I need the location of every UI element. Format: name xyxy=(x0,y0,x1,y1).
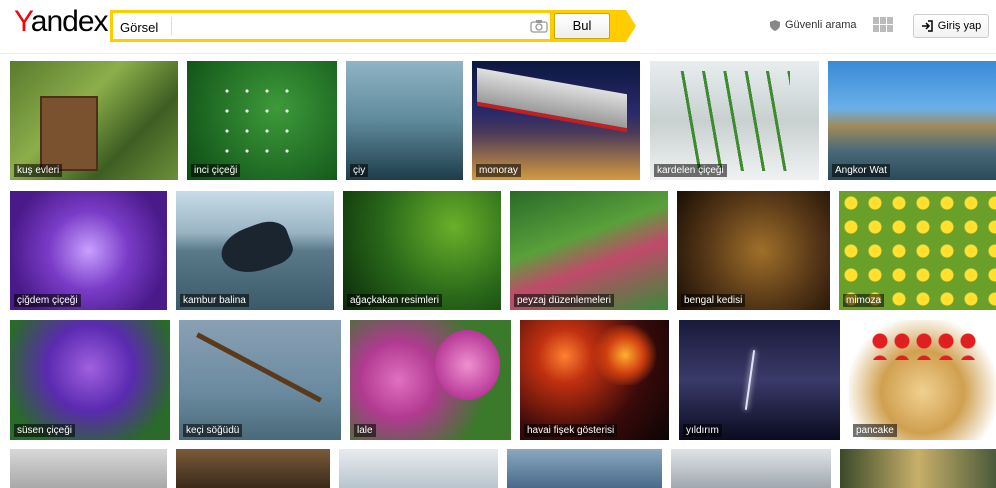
image-tile[interactable]: inci çiçeği xyxy=(187,61,337,180)
image-tile[interactable]: mimoza xyxy=(839,191,996,310)
whale-shape xyxy=(215,215,297,282)
image-caption: kardelen çiçeği xyxy=(654,164,727,177)
image-tile[interactable]: kuş evleri xyxy=(10,61,178,180)
tulip-shape xyxy=(435,330,500,400)
lightning-bolt xyxy=(744,350,756,410)
image-caption: inci çiçeği xyxy=(191,164,241,177)
birdhouse-shape xyxy=(40,96,98,171)
image-tile[interactable]: kardelen çiçeği xyxy=(650,61,819,180)
image-tile[interactable]: ağaçkakan resimleri xyxy=(343,191,501,310)
login-icon xyxy=(921,20,933,32)
image-tile[interactable] xyxy=(840,449,996,488)
flower-cluster xyxy=(217,81,297,161)
apps-grid-icon[interactable] xyxy=(873,17,895,33)
search-button-area: Bul xyxy=(550,10,626,42)
image-caption: Angkor Wat xyxy=(832,164,890,177)
search-button[interactable]: Bul xyxy=(554,13,610,39)
image-tile[interactable] xyxy=(176,449,330,488)
image-caption: peyzaj düzenlemeleri xyxy=(514,294,614,307)
image-caption: çiğdem çiçeği xyxy=(14,294,81,307)
image-caption: süsen çiçeği xyxy=(14,424,76,437)
image-caption: yıldırım xyxy=(683,424,722,437)
header-bar: Yandex Bul Güvenli arama Giriş yap xyxy=(0,0,996,54)
strawberry-cluster xyxy=(869,330,979,360)
image-caption: ağaçkakan resimleri xyxy=(347,294,442,307)
camera-icon[interactable] xyxy=(530,19,548,33)
image-tile[interactable]: yıldırım xyxy=(679,320,840,440)
image-tile[interactable]: peyzaj düzenlemeleri xyxy=(510,191,668,310)
image-caption: bengal kedisi xyxy=(681,294,746,307)
image-caption: kuş evleri xyxy=(14,164,63,177)
safe-search-toggle[interactable]: Güvenli arama xyxy=(770,19,857,31)
image-tile[interactable]: monoray xyxy=(472,61,640,180)
shield-icon xyxy=(770,19,780,31)
login-button[interactable]: Giriş yap xyxy=(913,14,989,38)
image-tile[interactable]: çiğdem çiçeği xyxy=(10,191,167,310)
image-caption: mimoza xyxy=(843,294,885,307)
image-tile[interactable] xyxy=(10,449,167,488)
image-tile[interactable]: süsen çiçeği xyxy=(10,320,170,440)
image-caption: kambur balina xyxy=(180,294,249,307)
search-form: Bul xyxy=(110,10,636,42)
search-arrow-decor xyxy=(626,10,636,42)
search-input[interactable] xyxy=(120,17,520,37)
image-caption: havai fişek gösterisi xyxy=(524,424,618,437)
image-caption: monoray xyxy=(476,164,521,177)
image-tile[interactable]: kambur balina xyxy=(176,191,334,310)
image-tile[interactable]: lale xyxy=(350,320,511,440)
snowdrop-stems xyxy=(680,71,790,171)
yandex-logo[interactable]: Yandex xyxy=(14,5,109,39)
image-caption: lale xyxy=(354,424,376,437)
image-tile[interactable]: çiy xyxy=(346,61,463,180)
image-tile[interactable]: pancake xyxy=(849,320,996,440)
image-tile[interactable] xyxy=(339,449,498,488)
search-box xyxy=(110,10,550,42)
image-caption: pancake xyxy=(853,424,897,437)
image-tile[interactable]: keçi söğüdü xyxy=(179,320,341,440)
willow-branch xyxy=(196,332,322,403)
monorail-shape xyxy=(477,67,627,133)
fireworks-glow xyxy=(590,325,660,385)
image-caption: keçi söğüdü xyxy=(183,424,243,437)
image-tile[interactable] xyxy=(671,449,831,488)
search-divider xyxy=(171,17,172,35)
image-tile[interactable]: Angkor Wat xyxy=(828,61,996,180)
image-caption: çiy xyxy=(350,164,369,177)
safe-search-label: Güvenli arama xyxy=(785,19,857,31)
image-tile[interactable]: havai fişek gösterisi xyxy=(520,320,669,440)
login-label: Giriş yap xyxy=(937,20,982,32)
image-tile[interactable]: bengal kedisi xyxy=(677,191,830,310)
image-tile[interactable] xyxy=(507,449,662,488)
